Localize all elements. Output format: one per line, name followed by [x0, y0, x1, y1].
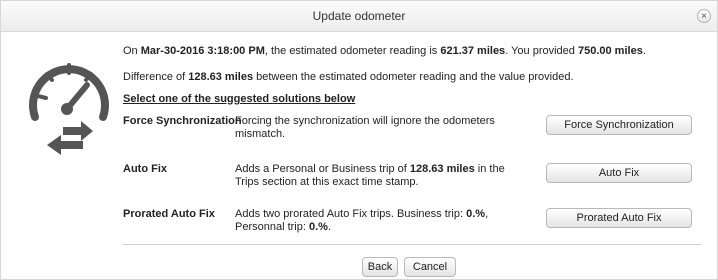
- summary-text: Difference of: [123, 71, 189, 83]
- provided-reading: 750.00 miles: [577, 45, 643, 57]
- solution-description: Forcing the synchronization will ignore …: [235, 115, 505, 141]
- description-text: .: [327, 221, 332, 233]
- summary-text: On: [123, 45, 141, 57]
- reading-date: Mar-30-2016 3:18:00 PM: [140, 45, 265, 57]
- business-percent-value: 0.%: [466, 208, 486, 220]
- dialog-titlebar[interactable]: Update odometer ×: [1, 1, 717, 32]
- odometer-icon: [29, 63, 109, 155]
- solution-row-prorated-auto-fix: Prorated Auto Fix Adds two prorated Auto…: [123, 208, 703, 248]
- solution-name: Prorated Auto Fix: [123, 208, 215, 220]
- solution-row-force-sync: Force Synchronization Forcing the synchr…: [123, 115, 703, 155]
- description-text: Adds two prorated Auto Fix trips. Busine…: [235, 208, 467, 220]
- summary-text: . You provided: [505, 45, 578, 57]
- force-synchronization-button[interactable]: Force Synchronization: [546, 115, 692, 135]
- solution-description: Adds a Personal or Business trip of 128.…: [235, 163, 505, 189]
- prorated-auto-fix-button[interactable]: Prorated Auto Fix: [546, 208, 692, 228]
- summary-text: .: [642, 45, 646, 57]
- description-text: Forcing the synchronization will ignore …: [235, 115, 495, 140]
- description-text: Adds a Personal or Business trip of: [235, 163, 410, 175]
- summary-text: between the estimated odometer reading a…: [253, 71, 574, 83]
- dialog-title: Update odometer: [312, 9, 406, 23]
- close-icon[interactable]: ×: [697, 9, 711, 23]
- trip-miles-value: 128.63 miles: [409, 163, 475, 175]
- personal-percent-value: 0.%: [308, 221, 328, 233]
- solution-name: Auto Fix: [123, 163, 167, 175]
- difference-value: 128.63 miles: [188, 71, 254, 83]
- estimate-summary: On Mar-30-2016 3:18:00 PM, the estimated…: [123, 45, 646, 57]
- update-odometer-dialog: Update odometer × On Mar-30-2016 3:18:00…: [0, 0, 718, 280]
- auto-fix-button[interactable]: Auto Fix: [546, 163, 692, 183]
- swap-arrows-icon: [47, 121, 93, 155]
- estimated-reading: 621.37 miles: [440, 45, 506, 57]
- cancel-button[interactable]: Cancel: [404, 257, 456, 277]
- solutions-heading: Select one of the suggested solutions be…: [123, 93, 356, 105]
- footer-divider: [123, 244, 701, 245]
- solution-description: Adds two prorated Auto Fix trips. Busine…: [235, 208, 505, 234]
- solution-row-auto-fix: Auto Fix Adds a Personal or Business tri…: [123, 163, 703, 203]
- difference-summary: Difference of 128.63 miles between the e…: [123, 71, 574, 83]
- summary-text: , the estimated odometer reading is: [264, 45, 441, 57]
- back-button[interactable]: Back: [362, 257, 398, 277]
- solution-name: Force Synchronization: [123, 115, 242, 127]
